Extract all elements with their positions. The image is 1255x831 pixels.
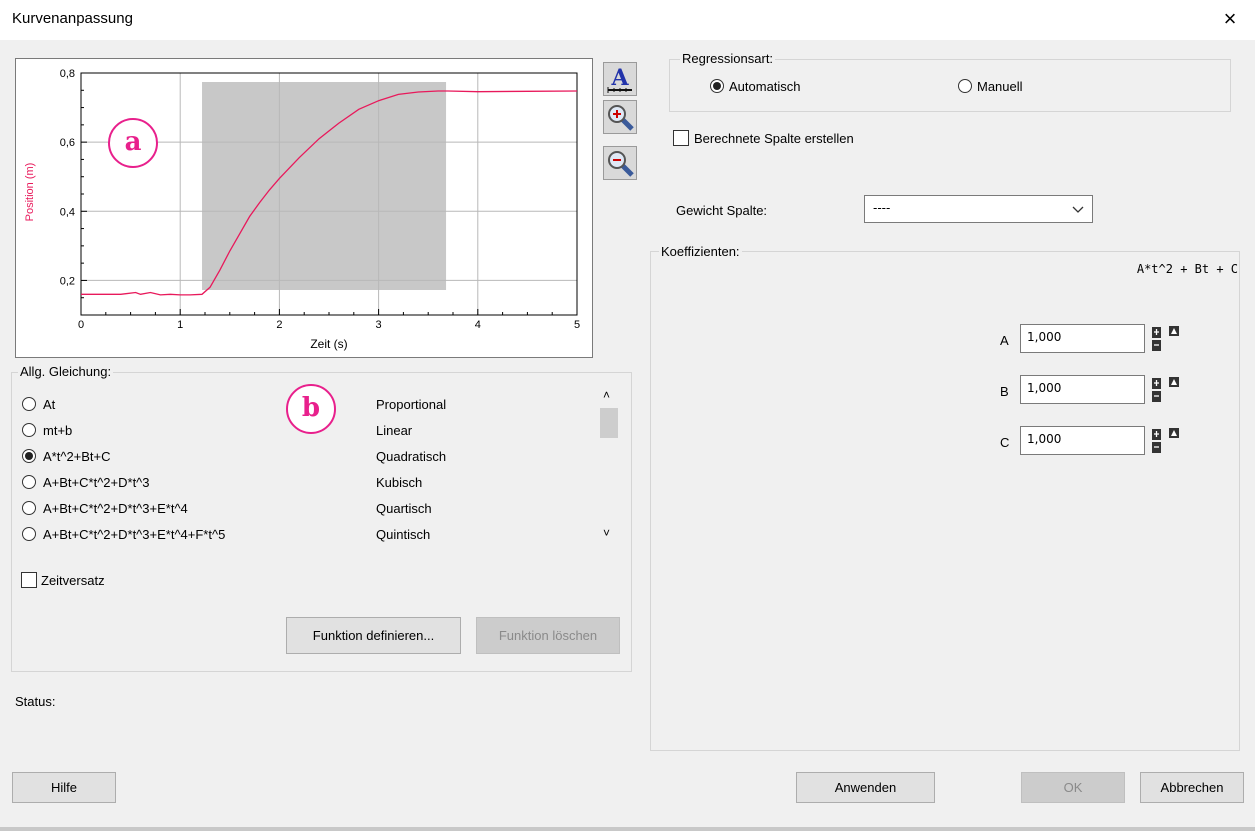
zeitversatz-checkbox[interactable] [21, 572, 37, 588]
equation-radio[interactable] [22, 397, 36, 411]
selection-region [202, 82, 447, 290]
regression-auto-label: Automatisch [729, 79, 801, 94]
y-tick-label: 0,4 [60, 206, 75, 218]
equation-list: At Proportional mt+b Linear A*t^2+Bt+C Quadra… [22, 392, 597, 548]
coefficient-input[interactable]: 1,000 [1020, 426, 1145, 455]
x-tick-label: 4 [475, 319, 481, 331]
y-tick-label: 0,2 [60, 275, 75, 287]
help-button[interactable]: Hilfe [12, 772, 116, 803]
equation-radio[interactable] [22, 449, 36, 463]
equation-formula: A*t^2+Bt+C [43, 449, 111, 464]
weight-label: Gewicht Spalte: [676, 203, 768, 218]
equation-formula: At [43, 397, 56, 412]
equation-name: Kubisch [376, 475, 423, 490]
equation-radio[interactable] [22, 475, 36, 489]
equation-name: Proportional [376, 397, 447, 412]
coefficient-stepper-icon[interactable] [1151, 377, 1163, 403]
coefficients-formula: A*t^2 + Bt + C [1136, 262, 1238, 276]
coefficient-lock-icon[interactable] [1168, 325, 1180, 337]
x-tick-label: 1 [177, 319, 183, 331]
x-tick-label: 2 [276, 319, 282, 331]
scroll-up-icon[interactable]: ˄ [603, 388, 610, 402]
zoom-in-button[interactable] [603, 100, 637, 134]
x-axis-title: Zeit (s) [310, 337, 347, 351]
coefficient-input[interactable]: 1,000 [1020, 324, 1145, 353]
equation-radio[interactable] [22, 501, 36, 515]
coefficients-list: A 1,000 B 1,000 C 1,000 [990, 324, 1230, 464]
zoom-out-icon [608, 151, 634, 177]
equation-name: Quartisch [376, 501, 432, 516]
calc-column-checkbox[interactable] [673, 130, 689, 146]
close-button[interactable]: × [1214, 4, 1246, 34]
coefficient-label: C [1000, 435, 1010, 450]
coefficient-stepper-icon[interactable] [1151, 326, 1163, 352]
equation-radio[interactable] [22, 423, 36, 437]
bottom-edge [0, 827, 1255, 831]
equation-group-label: Allg. Gleichung: [18, 364, 114, 379]
x-tick-label: 5 [574, 319, 580, 331]
x-tick-label: 0 [78, 319, 84, 331]
weight-select[interactable]: ---- [864, 195, 1093, 223]
window-title: Kurvenanpassung [12, 10, 133, 27]
coefficient-label: A [1000, 333, 1009, 348]
equation-formula: mt+b [43, 423, 73, 438]
coefficient-stepper-icon[interactable] [1151, 428, 1163, 454]
chevron-down-icon [1072, 206, 1084, 213]
x-tick-label: 3 [376, 319, 382, 331]
equation-name: Quintisch [376, 527, 431, 542]
y-tick-label: 0,6 [60, 137, 75, 149]
autoscale-button[interactable]: A [603, 62, 637, 96]
status-label: Status: [15, 694, 56, 709]
regression-manual-radio[interactable] [958, 79, 972, 93]
regression-manual-label: Manuell [977, 79, 1023, 94]
equation-formula: A+Bt+C*t^2+D*t^3+E*t^4+F*t^5 [43, 527, 226, 542]
equation-scrollbar[interactable]: ˄ ˅ [598, 384, 620, 544]
define-function-button[interactable]: Funktion definieren... [286, 617, 461, 654]
regression-group-label: Regressionsart: [680, 51, 776, 66]
y-axis-title: Position (m) [24, 163, 36, 222]
y-tick-label: 0,8 [60, 68, 75, 80]
weight-select-value: ---- [873, 201, 891, 215]
coefficient-input[interactable]: 1,000 [1020, 375, 1145, 404]
scroll-down-icon[interactable]: ˅ [603, 526, 610, 540]
chart-panel[interactable]: 0 1 2 3 4 5 0,2 0,4 0,6 0,8 Zeit (s) Position (m) [15, 58, 593, 358]
coefficient-lock-icon[interactable] [1168, 376, 1180, 388]
scroll-thumb[interactable] [600, 408, 618, 438]
svg-text:A: A [610, 65, 629, 91]
chart-svg[interactable]: 0 1 2 3 4 5 0,2 0,4 0,6 0,8 Zeit (s) Position (m) [16, 59, 592, 357]
apply-button[interactable]: Anwenden [796, 772, 935, 803]
zoom-in-icon [608, 105, 634, 131]
delete-function-button[interactable]: Funktion löschen [476, 617, 620, 654]
coefficient-label: B [1000, 384, 1009, 399]
cancel-button[interactable]: Abbrechen [1140, 772, 1244, 803]
equation-formula: A+Bt+C*t^2+D*t^3+E*t^4 [43, 501, 188, 516]
autoscale-icon: A [607, 65, 632, 93]
equation-formula: A+Bt+C*t^2+D*t^3 [43, 475, 150, 490]
annotation-a: a [108, 118, 158, 168]
coefficients-group-label: Koeffizienten: [659, 244, 742, 259]
zeitversatz-label: Zeitversatz [41, 573, 105, 588]
title-bar: Kurvenanpassung × [0, 0, 1255, 40]
regression-auto-radio[interactable] [710, 79, 724, 93]
calc-column-label: Berechnete Spalte erstellen [694, 131, 854, 146]
ok-button[interactable]: OK [1021, 772, 1125, 803]
coefficient-lock-icon[interactable] [1168, 427, 1180, 439]
equation-name: Linear [376, 423, 413, 438]
equation-radio[interactable] [22, 527, 36, 541]
equation-name: Quadratisch [376, 449, 447, 464]
zoom-out-button[interactable] [603, 146, 637, 180]
